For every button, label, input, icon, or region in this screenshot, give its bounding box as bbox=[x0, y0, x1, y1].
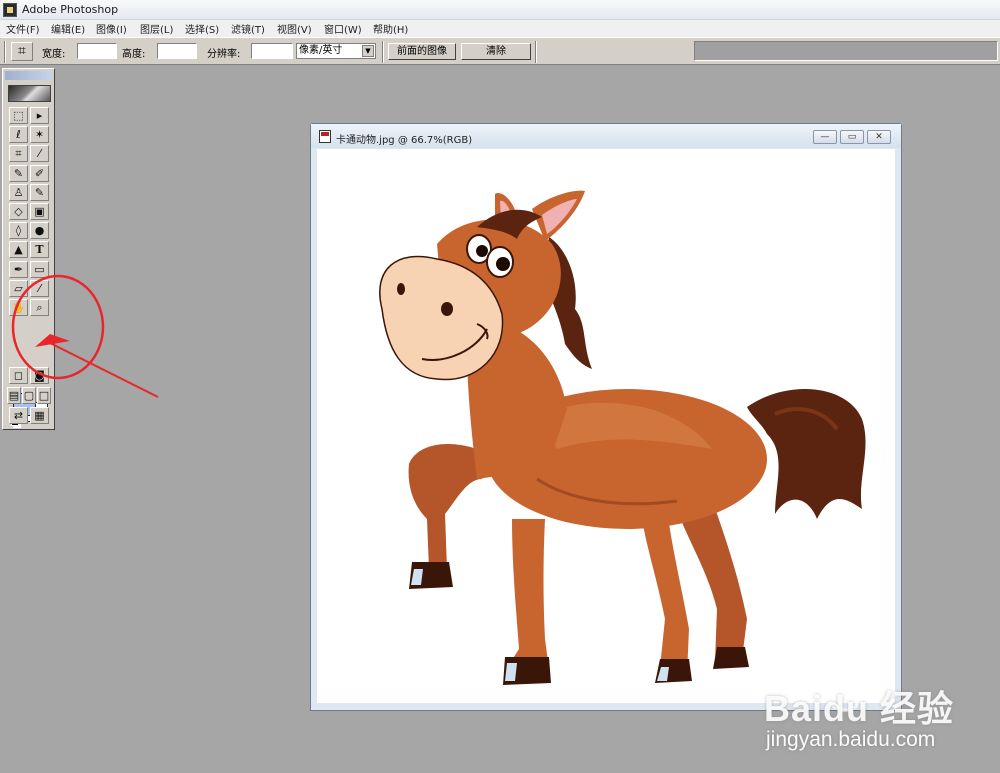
eraser-tool-icon[interactable]: ◇ bbox=[9, 203, 28, 220]
brush-tool-icon[interactable]: ✐ bbox=[30, 165, 49, 182]
height-input[interactable] bbox=[157, 43, 197, 59]
slice-tool-icon[interactable]: ⁄ bbox=[30, 145, 49, 162]
magic-wand-tool-icon[interactable]: ✶ bbox=[30, 126, 49, 143]
document-icon bbox=[319, 130, 331, 143]
palette-well[interactable] bbox=[694, 41, 998, 61]
menu-file[interactable]: 文件(F) bbox=[6, 21, 40, 36]
healing-brush-tool-icon[interactable]: ✎ bbox=[9, 165, 28, 182]
resolution-unit-select[interactable]: 像素/英寸 ▼ bbox=[296, 43, 376, 59]
watermark-brand: Baidu 经验 bbox=[764, 688, 955, 729]
restore-button[interactable]: ▭ bbox=[840, 130, 864, 144]
close-button[interactable]: ✕ bbox=[867, 130, 891, 144]
photoshop-logo[interactable] bbox=[8, 85, 51, 102]
watermark-url: jingyan.baidu.com bbox=[766, 728, 936, 751]
document-title: 卡通动物.jpg @ 66.7%(RGB) bbox=[336, 135, 473, 146]
history-brush-tool-icon[interactable]: ✎ bbox=[30, 184, 49, 201]
red-annotation bbox=[11, 274, 159, 398]
minimize-button[interactable]: — bbox=[813, 130, 837, 144]
resolution-unit-value: 像素/英寸 bbox=[299, 45, 343, 56]
path-selection-tool-icon[interactable]: ▲ bbox=[9, 241, 28, 258]
document-canvas[interactable] bbox=[317, 149, 895, 703]
options-grip bbox=[4, 41, 6, 63]
app-title: Adobe Photoshop bbox=[22, 3, 119, 16]
resolution-input[interactable] bbox=[251, 43, 293, 59]
width-label: 宽度: bbox=[42, 49, 66, 60]
menu-bar: 文件(F) 编辑(E) 图像(I) 图层(L) 选择(S) 滤镜(T) 视图(V… bbox=[0, 20, 1000, 37]
baidu-jingyan-watermark: Baidu 经验 jingyan.baidu.com bbox=[750, 660, 970, 760]
title-bar: Adobe Photoshop bbox=[0, 0, 1000, 20]
clear-button[interactable]: 清除 bbox=[461, 43, 531, 60]
menu-filter[interactable]: 滤镜(T) bbox=[231, 21, 265, 36]
menu-window[interactable]: 窗口(W) bbox=[324, 21, 362, 36]
options-divider bbox=[382, 41, 384, 63]
height-label: 高度: bbox=[122, 49, 146, 60]
blur-tool-icon[interactable]: ◊ bbox=[9, 222, 28, 239]
lasso-tool-icon[interactable]: ℓ bbox=[9, 126, 28, 143]
document-title-bar[interactable]: 卡通动物.jpg @ 66.7%(RGB) — ▭ ✕ bbox=[311, 124, 901, 148]
menu-image[interactable]: 图像(I) bbox=[96, 21, 127, 36]
menu-select[interactable]: 选择(S) bbox=[185, 21, 219, 36]
menu-layer[interactable]: 图层(L) bbox=[140, 21, 173, 36]
chevron-down-icon: ▼ bbox=[362, 45, 374, 57]
document-window: 卡通动物.jpg @ 66.7%(RGB) — ▭ ✕ bbox=[310, 123, 902, 711]
gradient-tool-icon[interactable]: ▣ bbox=[30, 203, 49, 220]
front-image-button[interactable]: 前面的图像 bbox=[388, 43, 456, 60]
menu-edit[interactable]: 编辑(E) bbox=[51, 21, 85, 36]
crop-icon[interactable]: ⌗ bbox=[11, 42, 33, 61]
menu-help[interactable]: 帮助(H) bbox=[373, 21, 408, 36]
type-tool-icon[interactable]: T bbox=[30, 241, 49, 258]
options-bar: ⌗ 宽度: 高度: 分辨率: 像素/英寸 ▼ 前面的图像 清除 bbox=[0, 37, 1000, 65]
crop-tool-icon[interactable]: ⌗ bbox=[9, 145, 28, 162]
marquee-tool-icon[interactable]: ⬚ bbox=[9, 107, 28, 124]
options-divider bbox=[535, 41, 537, 63]
width-input[interactable] bbox=[77, 43, 117, 59]
photoshop-app-icon[interactable] bbox=[3, 3, 17, 17]
move-tool-icon[interactable]: ▸ bbox=[30, 107, 49, 124]
resolution-label: 分辨率: bbox=[207, 49, 241, 60]
dodge-tool-icon[interactable]: ● bbox=[30, 222, 49, 239]
cartoon-horse-image bbox=[379, 190, 866, 685]
clone-stamp-tool-icon[interactable]: ♙ bbox=[9, 184, 28, 201]
menu-view[interactable]: 视图(V) bbox=[277, 21, 312, 36]
toolbox-title-bar[interactable] bbox=[5, 71, 52, 80]
